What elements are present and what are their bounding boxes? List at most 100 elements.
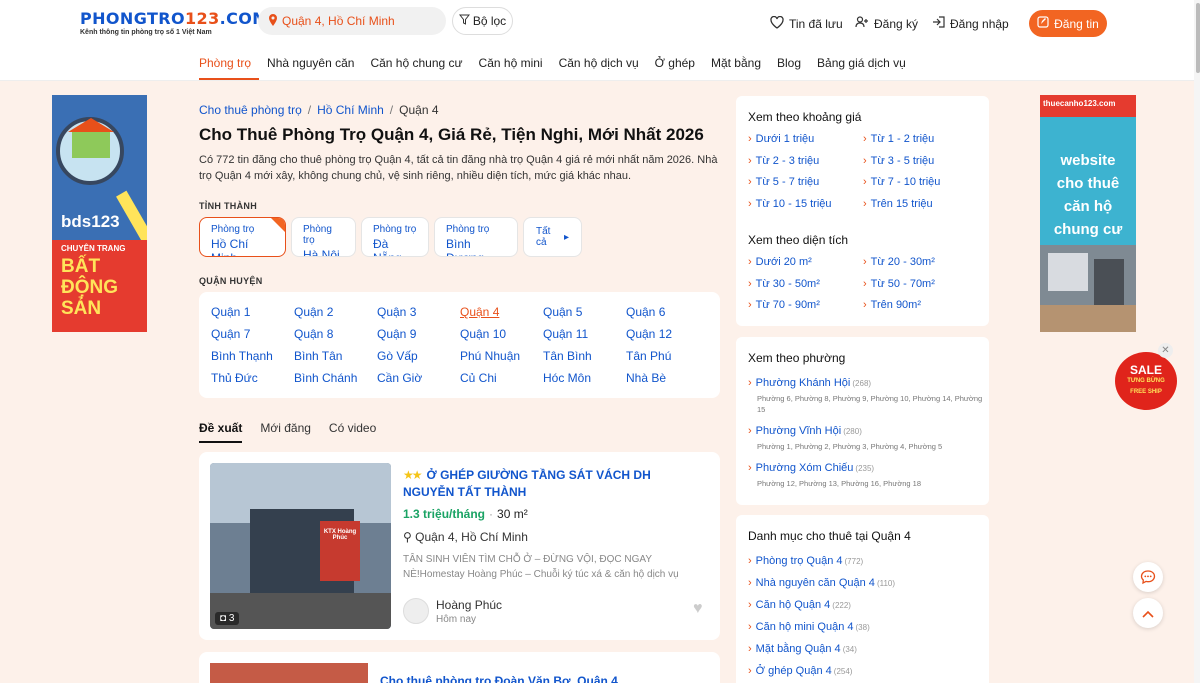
district-link[interactable]: Quận 2 [294,305,333,319]
listing-photo[interactable] [210,663,368,683]
listing-photo[interactable]: KTX Hoàng Phúc ◘ 3 [210,463,391,629]
tab-moi-dang[interactable]: Mới đăng [260,421,311,443]
price-range-label: Trên 15 triệu [870,197,933,210]
category-link[interactable]: › Căn hộ mini Quận 4 (38) [748,621,870,633]
city-da-nang[interactable]: Phòng trọ Đà Nẵng [361,217,429,257]
city-all-button[interactable]: Tất cả ▸ [523,217,582,257]
district-link[interactable]: Nhà Bè [626,371,666,385]
area-range-link[interactable]: › Từ 70 - 90m² [748,299,820,311]
ward-link[interactable]: › Phường Khánh Hội (268) [748,377,871,389]
district-link[interactable]: Quận 10 [460,327,506,341]
ad-banner-right[interactable]: thuecanho123.com website cho thuê căn hộ… [1040,95,1136,332]
breadcrumb-ho-chi-minh[interactable]: Hồ Chí Minh [317,103,384,117]
category-link[interactable]: › Nhà nguyên căn Quận 4 (110) [748,577,895,589]
area-range-link[interactable]: › Từ 30 - 50m² [748,278,820,290]
district-link[interactable]: Tân Phú [626,349,671,363]
nav-phong-tro[interactable]: Phòng trọ [199,56,260,80]
tab-de-xuat[interactable]: Đề xuất [199,421,243,443]
district-link[interactable]: Quận 3 [377,305,416,319]
district-link[interactable]: Bình Tân [294,349,342,363]
nav-o-ghep[interactable]: Ở ghép [647,56,703,80]
district-link[interactable]: Quận 4 [460,305,499,319]
district-link[interactable]: Bình Thạnh [211,349,273,363]
listing-card[interactable]: Cho thuê phòng trọ Đoàn Văn Bơ, Quận 4 [199,652,720,683]
district-link[interactable]: Quận 11 [543,327,588,341]
district-link[interactable]: Củ Chi [460,371,497,385]
register-link[interactable]: Đăng ký [855,16,918,31]
nav-can-ho-mini[interactable]: Căn hộ mini [471,56,551,80]
price-range-link[interactable]: › Trên 15 triệu [863,198,933,210]
price-range-link[interactable]: › Dưới 1 triệu [748,133,814,145]
logo-slogan: Kênh thông tin phòng trọ số 1 Việt Nam [80,29,212,36]
city-ho-chi-minh[interactable]: Phòng trọ Hồ Chí Minh [199,217,286,257]
price-range-link[interactable]: › Từ 3 - 5 triệu [863,155,934,167]
listing-title[interactable]: Cho thuê phòng trọ Đoàn Văn Bơ, Quận 4 [380,674,618,683]
ad-banner-left[interactable]: bds123 CHUYÊN TRANG BẤT ĐỘNG SẢN [52,95,147,332]
arrow-icon: › [863,133,867,145]
chat-icon[interactable] [1133,562,1163,592]
arrow-icon: › [863,154,867,167]
ad-right-line: cho thuê [1056,175,1120,192]
ward-link[interactable]: › Phường Xóm Chiếu (235) [748,462,874,474]
price-range-link[interactable]: › Từ 5 - 7 triệu [748,176,819,188]
district-link[interactable]: Quận 6 [626,305,665,319]
nav-bang-gia[interactable]: Bảng giá dịch vụ [809,56,914,80]
district-link[interactable]: Tân Bình [543,349,592,363]
breadcrumb-cho-thue[interactable]: Cho thuê phòng trọ [199,103,302,117]
district-link[interactable]: Thủ Đức [211,371,258,385]
price-range-label: Từ 2 - 3 triệu [755,154,820,167]
nav-mat-bang[interactable]: Mặt bằng [703,56,769,80]
location-search[interactable]: Quận 4, Hồ Chí Minh [258,7,446,35]
district-link[interactable]: Quận 7 [211,327,250,341]
category-link[interactable]: › Phòng trọ Quận 4 (772) [748,555,863,567]
district-link[interactable]: Quận 8 [294,327,333,341]
sale-badge[interactable]: SALE TƯNG BỪNG FREE SHIP [1115,352,1177,410]
post-listing-button[interactable]: Đăng tin [1029,10,1107,37]
price-range-link[interactable]: › Từ 1 - 2 triệu [863,133,934,145]
category-link[interactable]: › Căn hộ Quận 4 (222) [748,599,851,611]
nav-can-ho-chung-cu[interactable]: Căn hộ chung cư [362,56,470,80]
ward-sub-list: Phường 1, Phường 2, Phường 3, Phường 4, … [757,442,943,451]
scrollbar-thumb[interactable] [1196,3,1200,73]
area-range-link[interactable]: › Trên 90m² [863,299,921,311]
city-ha-noi[interactable]: Phòng trọ Hà Nội [291,217,356,257]
listing-card[interactable]: KTX Hoàng Phúc ◘ 3 ★★ Ở GHÉP GIƯỜNG TẦNG … [199,452,720,640]
area-range-link[interactable]: › Dưới 20 m² [748,256,812,268]
ward-link[interactable]: › Phường Vĩnh Hội (280) [748,425,862,437]
district-link[interactable]: Quận 9 [377,327,416,341]
listing-title[interactable]: ★★ Ở GHÉP GIƯỜNG TẦNG SÁT VÁCH DH NGUYỄN … [403,467,703,501]
price-range-link[interactable]: › Từ 10 - 15 triệu [748,198,832,210]
page-scrollbar[interactable] [1194,0,1200,683]
nav-can-ho-dich-vu[interactable]: Căn hộ dịch vụ [551,56,647,80]
district-link[interactable]: Hóc Môn [543,371,591,385]
district-link[interactable]: Cần Giờ [377,371,422,385]
saved-posts-link[interactable]: Tin đã lưu [770,15,843,32]
district-link[interactable]: Phú Nhuận [460,349,520,363]
district-link[interactable]: Quận 1 [211,305,250,319]
price-range-link[interactable]: › Từ 7 - 10 triệu [863,176,940,188]
close-icon[interactable]: ✕ [1158,343,1173,358]
arrow-icon: › [748,133,752,145]
nav-blog[interactable]: Blog [769,56,809,80]
district-link[interactable]: Quận 12 [626,327,672,341]
district-link[interactable]: Bình Chánh [294,371,357,385]
category-link[interactable]: › Mặt bằng Quận 4 (34) [748,643,857,655]
site-logo[interactable]: PHONGTRO123.COM Kênh thông tin phòng trọ… [80,9,269,36]
filter-button[interactable]: Bộ lọc [452,7,513,35]
price-range-label: Từ 5 - 7 triệu [755,176,820,188]
scroll-top-icon[interactable] [1133,598,1163,628]
ward-count: (268) [852,379,872,388]
ad-left-red-panel: CHUYÊN TRANG BẤT ĐỘNG SẢN [52,240,147,332]
tab-co-video[interactable]: Có video [329,421,376,443]
price-range-link[interactable]: › Từ 2 - 3 triệu [748,155,819,167]
area-range-link[interactable]: › Từ 50 - 70m² [863,278,935,290]
district-link[interactable]: Quận 5 [543,305,582,319]
nav-nha-nguyen-can[interactable]: Nhà nguyên căn [259,56,362,80]
district-link[interactable]: Gò Vấp [377,349,418,363]
city-binh-duong[interactable]: Phòng trọ Bình Dương [434,217,518,257]
login-link[interactable]: Đăng nhập [932,16,1009,31]
arrow-icon: › [748,577,752,589]
area-range-link[interactable]: › Từ 20 - 30m² [863,256,935,268]
save-heart-icon[interactable]: ♥ [693,600,703,618]
category-link[interactable]: › Ở ghép Quận 4 (254) [748,665,852,677]
